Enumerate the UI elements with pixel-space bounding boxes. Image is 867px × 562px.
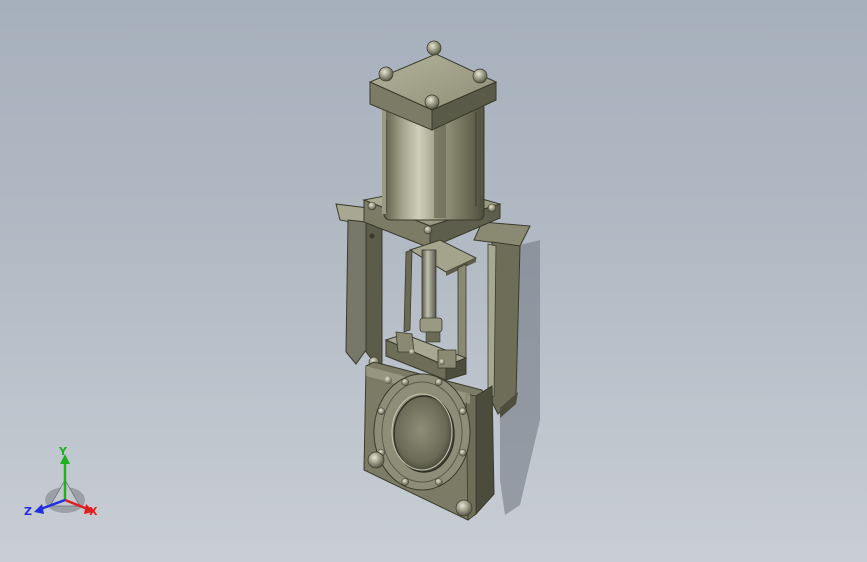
cap-bolt [426, 40, 442, 56]
knife-gate-valve-model[interactable] [0, 0, 867, 562]
flange-bolt [458, 407, 467, 416]
flange-bolt [458, 448, 467, 457]
graphics-viewport[interactable]: Y Z X [0, 0, 867, 562]
flange-bolt [435, 478, 443, 486]
axis-label-z: Z [24, 505, 32, 518]
flange-bolt [377, 407, 386, 416]
flange-bolt [401, 378, 409, 386]
support-arm-left[interactable] [335, 203, 383, 374]
pipe-flange[interactable] [373, 373, 471, 491]
triad-graphic [34, 454, 94, 514]
cap-bolt [472, 68, 488, 84]
flange-bolt [401, 478, 409, 486]
flange-bolt [435, 378, 443, 386]
cap-bolt [378, 66, 394, 82]
axis-label-x: X [89, 505, 98, 518]
cap-bolt [424, 94, 440, 110]
orientation-triad[interactable]: Y Z X [22, 444, 112, 534]
axis-label-y: Y [59, 445, 67, 458]
